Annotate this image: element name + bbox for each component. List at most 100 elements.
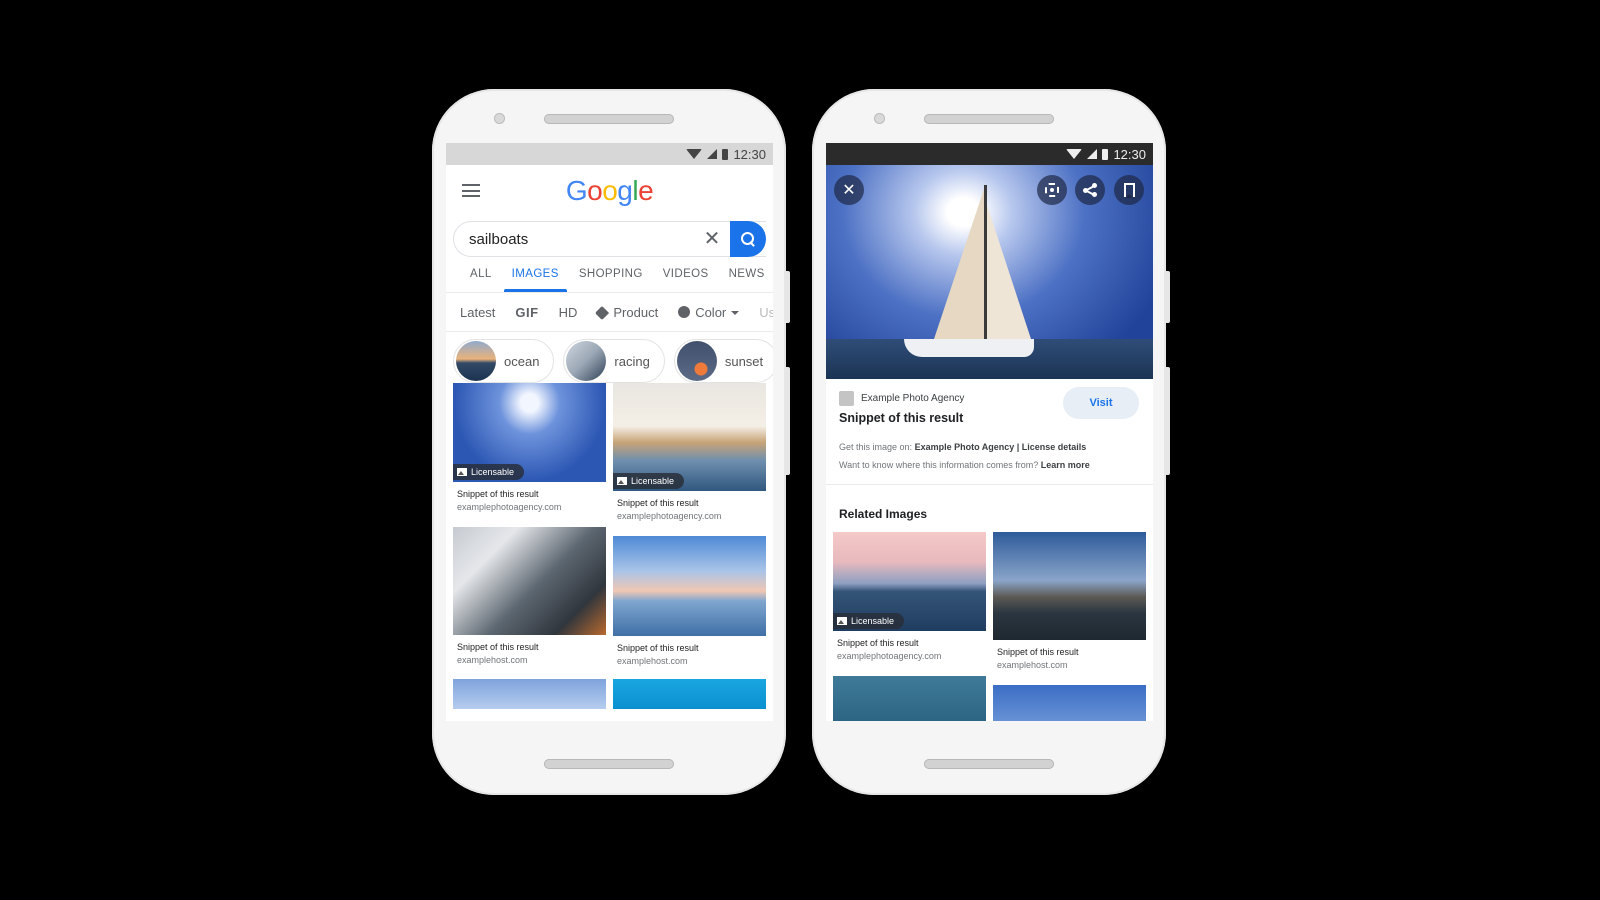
search-box: sailboats ✕	[453, 221, 766, 257]
tag-icon	[595, 305, 610, 320]
license-info: Get this image on: Example Photo Agency …	[839, 442, 1090, 470]
result-image[interactable]	[993, 685, 1146, 721]
front-camera	[874, 113, 885, 124]
result-caption: Snippet of this result	[837, 638, 919, 648]
earpiece-speaker	[924, 114, 1054, 124]
related-chips: ocean racing sunset	[446, 332, 773, 383]
chip-thumbnail	[566, 341, 607, 381]
result-host[interactable]: examplehost.com	[993, 660, 1146, 670]
filter-usage[interactable]: Us	[759, 305, 773, 320]
result-image[interactable]: Licensable	[613, 383, 766, 491]
related-image[interactable]: Snippet of this result examplehost.com	[993, 532, 1146, 670]
hull	[904, 339, 1034, 357]
home-bar	[924, 759, 1054, 769]
result-image[interactable]	[453, 527, 606, 635]
search-tabs: ALL IMAGES SHOPPING VIDEOS NEWS	[446, 259, 773, 293]
chip-thumbnail	[456, 341, 496, 381]
result-caption: Snippet of this result	[457, 642, 539, 652]
filter-gif[interactable]: GIF	[515, 305, 538, 320]
chevron-down-icon	[731, 310, 740, 315]
image-icon	[617, 477, 627, 485]
image-result[interactable]: Licensable Snippet of this result exampl…	[613, 383, 766, 521]
search-button[interactable]	[730, 221, 766, 257]
close-icon[interactable]: ✕	[694, 221, 730, 257]
search-input[interactable]: sailboats	[454, 231, 694, 248]
result-image[interactable]	[453, 679, 606, 709]
image-result[interactable]	[453, 679, 606, 709]
filter-color[interactable]: Color	[678, 305, 740, 320]
status-time: 12:30	[1113, 146, 1146, 162]
status-time: 12:30	[733, 146, 766, 162]
sail	[934, 189, 984, 339]
site-favicon	[839, 391, 854, 406]
result-image[interactable]	[613, 536, 766, 636]
tab-images[interactable]: IMAGES	[502, 259, 569, 292]
result-caption: Snippet of this result	[457, 489, 539, 499]
header: Google	[446, 165, 773, 217]
visit-button[interactable]: Visit	[1063, 387, 1139, 419]
result-image[interactable]: Licensable	[453, 383, 606, 482]
volume-button	[786, 367, 790, 475]
google-logo[interactable]: Google	[566, 175, 654, 207]
result-host[interactable]: examplephotoagency.com	[453, 502, 606, 512]
result-caption: Snippet of this result	[617, 643, 699, 653]
image-result[interactable]	[613, 679, 766, 709]
chip-sunset[interactable]: sunset	[673, 339, 773, 383]
close-button[interactable]: ✕	[834, 175, 864, 205]
filter-product[interactable]: Product	[595, 305, 658, 320]
chip-racing[interactable]: racing	[563, 339, 665, 383]
search-icon	[741, 232, 755, 246]
battery-icon	[1102, 148, 1109, 160]
result-caption: Snippet of this result	[617, 498, 699, 508]
image-result[interactable]: Licensable Snippet of this result exampl…	[453, 383, 606, 512]
result-host[interactable]: examplehost.com	[613, 656, 766, 666]
filter-latest[interactable]: Latest	[460, 305, 495, 320]
tab-videos[interactable]: VIDEOS	[653, 259, 719, 292]
save-button[interactable]	[1114, 175, 1144, 205]
power-button	[1166, 271, 1170, 323]
wifi-icon	[1066, 149, 1083, 159]
share-icon	[1083, 183, 1097, 197]
licensable-badge: Licensable	[613, 473, 685, 489]
wifi-icon	[686, 149, 703, 159]
result-host[interactable]: examplehost.com	[453, 655, 606, 665]
tab-news[interactable]: NEWS	[719, 259, 773, 292]
licensable-badge: Licensable	[453, 464, 525, 480]
image-icon	[837, 617, 847, 625]
result-image[interactable]	[833, 676, 986, 721]
license-details-link[interactable]: Example Photo Agency | License details	[915, 442, 1087, 452]
image-icon	[457, 468, 467, 476]
home-bar	[544, 759, 674, 769]
battery-icon	[722, 148, 729, 160]
power-button	[786, 271, 790, 323]
status-bar: 12:30	[446, 143, 773, 165]
share-button[interactable]	[1075, 175, 1105, 205]
result-host[interactable]: examplephotoagency.com	[833, 651, 986, 661]
tab-all[interactable]: ALL	[460, 259, 502, 292]
related-image[interactable]: Licensable Snippet of this result exampl…	[833, 532, 986, 661]
result-host[interactable]: examplephotoagency.com	[613, 511, 766, 521]
tab-shopping[interactable]: SHOPPING	[569, 259, 653, 292]
signal-icon	[1087, 149, 1098, 159]
filter-hd[interactable]: HD	[559, 305, 578, 320]
filter-bar: Latest GIF HD Product Color Us	[446, 293, 773, 332]
earpiece-speaker	[544, 114, 674, 124]
learn-more-link[interactable]: Learn more	[1041, 460, 1090, 470]
lens-icon	[1045, 183, 1059, 197]
chip-ocean[interactable]: ocean	[453, 339, 555, 383]
chip-thumbnail	[676, 341, 717, 381]
preview-image[interactable]: ✕	[826, 165, 1153, 379]
status-bar: 12:30	[826, 143, 1153, 165]
hamburger-menu-icon[interactable]	[462, 184, 480, 197]
result-image[interactable]	[613, 679, 766, 709]
result-image[interactable]	[993, 532, 1146, 640]
image-result[interactable]: Snippet of this result examplehost.com	[453, 527, 606, 665]
phone-search-results: 12:30 Google sailboats ✕ ALL IMAGES SHOP…	[432, 89, 790, 795]
related-image[interactable]	[993, 685, 1146, 721]
result-image[interactable]: Licensable	[833, 532, 986, 631]
close-icon: ✕	[842, 182, 856, 199]
related-image[interactable]	[833, 676, 986, 721]
image-result[interactable]: Snippet of this result examplehost.com	[613, 536, 766, 666]
lens-button[interactable]	[1037, 175, 1067, 205]
volume-button	[1166, 367, 1170, 475]
